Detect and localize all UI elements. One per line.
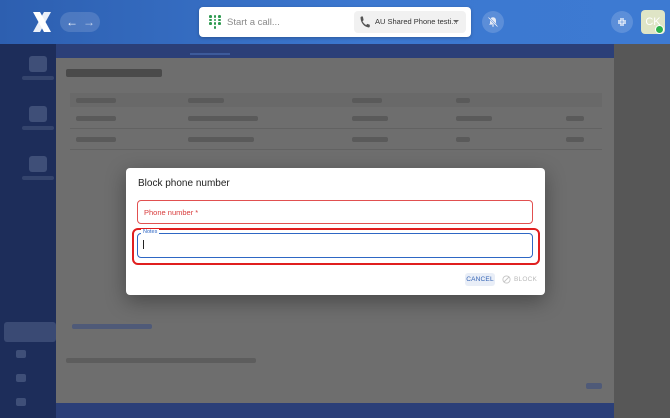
background-cell — [352, 137, 388, 142]
dialpad-icon[interactable] — [209, 15, 221, 29]
background-cell — [352, 116, 388, 121]
x-logo[interactable] — [30, 10, 54, 34]
background-link — [72, 324, 152, 329]
block-button[interactable]: BLOCK — [500, 273, 538, 286]
phone-icon — [360, 16, 370, 28]
background-cell — [456, 116, 492, 121]
sidebar-icon — [29, 56, 47, 72]
background-row-divider — [70, 128, 602, 129]
top-bar: ← → AU Shared Phone testi... — [0, 0, 670, 44]
sidebar-label — [22, 76, 54, 80]
cancel-button[interactable]: CANCEL — [465, 273, 495, 286]
start-call-input[interactable] — [227, 13, 347, 31]
sidebar-icon — [16, 350, 26, 358]
phone-line-label: AU Shared Phone testi... — [375, 17, 458, 26]
background-cell — [188, 116, 258, 121]
background-heading — [66, 69, 162, 77]
sidebar-icon — [29, 156, 47, 172]
background-cell — [188, 137, 254, 142]
background-cell — [456, 137, 470, 142]
collapse-button[interactable] — [611, 11, 633, 33]
sidebar-item-active — [4, 322, 56, 342]
sidebar — [0, 44, 56, 418]
block-icon — [502, 275, 511, 284]
block-button-label: BLOCK — [514, 276, 538, 283]
phone-number-label: Phone number * — [144, 208, 199, 217]
background-cell — [566, 137, 584, 142]
background-cell — [76, 137, 116, 142]
dialog-title: Block phone number — [138, 178, 230, 189]
background-footer-text — [66, 358, 256, 363]
arrow-right-icon[interactable]: → — [79, 12, 99, 32]
online-status-indicator — [655, 25, 664, 34]
phone-number-field[interactable]: Phone number * — [137, 200, 533, 224]
background-cell — [352, 98, 382, 103]
navigation-buttons: ← → — [60, 12, 100, 32]
sidebar-label — [22, 176, 54, 180]
notifications-button[interactable] — [482, 11, 504, 33]
collapse-icon — [618, 18, 626, 26]
notes-label: Notes — [141, 229, 160, 236]
text-cursor — [143, 240, 144, 249]
chevron-down-icon — [453, 20, 459, 23]
background-cell — [76, 116, 116, 121]
background-table-header — [70, 93, 602, 107]
sidebar-icon — [16, 398, 26, 406]
notes-input[interactable] — [143, 238, 527, 253]
background-cell — [188, 98, 224, 103]
sidebar-label — [22, 126, 54, 130]
background-tab-indicator — [190, 53, 230, 55]
background-cell — [456, 98, 470, 103]
background-cell — [76, 98, 116, 103]
background-cell — [566, 116, 584, 121]
phone-line-select[interactable]: AU Shared Phone testi... — [354, 11, 466, 33]
bell-off-icon — [487, 16, 499, 28]
background-overlay-right — [614, 44, 670, 418]
sidebar-icon — [29, 106, 47, 122]
sidebar-icon — [16, 374, 26, 382]
background-button — [586, 383, 602, 389]
start-call-box: AU Shared Phone testi... — [199, 7, 471, 37]
background-row-divider — [70, 149, 602, 150]
